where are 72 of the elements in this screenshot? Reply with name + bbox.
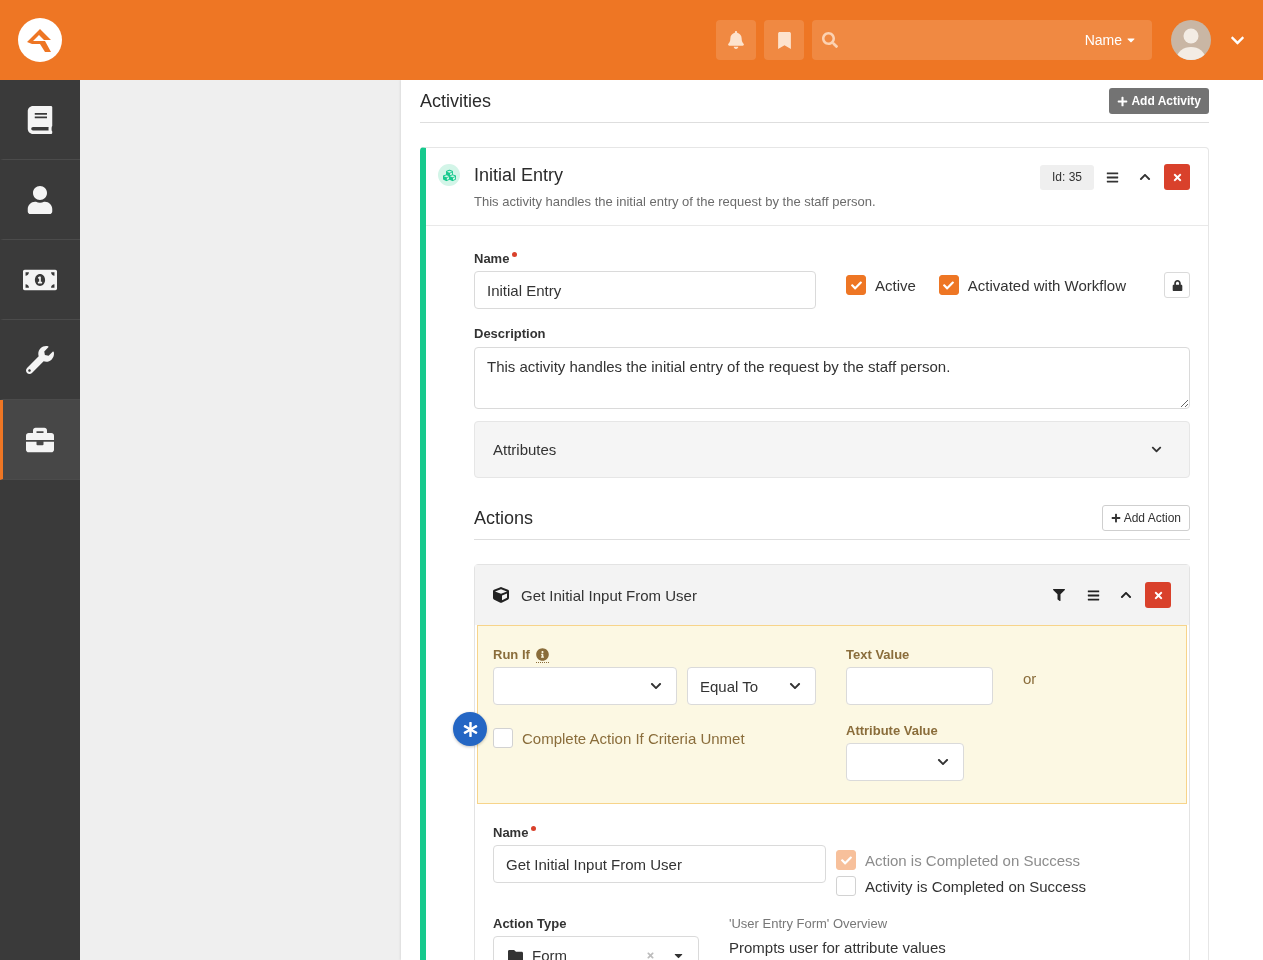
check-icon	[943, 279, 955, 291]
add-action-button[interactable]: Add Action	[1101, 505, 1190, 531]
checkbox[interactable]	[493, 728, 513, 748]
delete-button[interactable]	[1145, 582, 1171, 608]
info-icon[interactable]	[535, 647, 549, 663]
filter-icon[interactable]	[1053, 589, 1065, 601]
chevron-down-icon	[650, 680, 662, 692]
description-field[interactable]: This activity handles the initial entry of the request by the staff person.	[474, 347, 1190, 409]
briefcase-icon	[26, 425, 54, 454]
bookmark-button[interactable]	[764, 20, 804, 60]
chevron-down-icon	[789, 680, 801, 692]
attributes-panel[interactable]: Attributes	[474, 421, 1190, 478]
close-icon	[1152, 589, 1164, 601]
delete-button[interactable]	[1164, 164, 1190, 190]
checkbox-label: Action is Completed on Success	[865, 851, 1081, 869]
close-icon	[1171, 171, 1183, 183]
checkbox[interactable]	[846, 275, 866, 295]
field-label: Action Type	[493, 915, 567, 933]
field-label: Text Value	[846, 646, 910, 664]
field-label: Description	[474, 325, 546, 343]
checkbox-label: Active	[875, 276, 916, 294]
operator-dropdown[interactable]: Equal To	[687, 667, 816, 705]
checkbox-label: Complete Action If Criteria Unmet	[522, 729, 745, 747]
action-type-dropdown[interactable]: Form	[493, 936, 699, 960]
section-title: Activities	[420, 90, 491, 112]
book-icon	[26, 105, 54, 134]
lock-icon	[1171, 279, 1183, 291]
search-icon	[822, 32, 838, 48]
menu-icon[interactable]	[1106, 170, 1119, 184]
bell-button[interactable]	[716, 20, 756, 60]
asterisk-button[interactable]	[453, 712, 487, 746]
bookmark-icon	[775, 31, 793, 49]
sidebar-item[interactable]	[0, 400, 80, 480]
field-label: Attribute Value	[846, 722, 938, 740]
field-dropdown[interactable]	[493, 667, 677, 705]
overview-text: Prompts user for attribute values	[729, 939, 946, 957]
cube-icon	[493, 587, 509, 603]
field-label: Name	[493, 824, 529, 842]
menu-icon[interactable]	[1087, 588, 1100, 602]
activity-title: Initial Entry	[474, 164, 565, 186]
folder-icon	[508, 947, 523, 960]
overview-title: 'User Entry Form' Overview	[729, 915, 889, 933]
checkbox-label: Activity is Completed on Success	[865, 877, 1086, 895]
wrench-icon	[26, 345, 54, 374]
chevron-down-icon	[937, 756, 949, 768]
avatar-icon[interactable]	[1171, 20, 1211, 60]
text-value-field[interactable]	[846, 667, 993, 705]
field-label: Run If	[493, 646, 530, 664]
check-icon	[850, 279, 862, 291]
lock-button[interactable]	[1164, 272, 1190, 298]
id-badge: Id: 35	[1040, 164, 1094, 190]
cubes-icon	[438, 164, 460, 186]
action-title: Get Initial Input From User	[521, 586, 697, 604]
bell-icon	[727, 31, 745, 49]
or-text: or	[1023, 670, 1037, 687]
checkbox[interactable]	[836, 876, 856, 896]
plus-icon	[1110, 513, 1121, 523]
panel-title: Attributes	[493, 441, 557, 458]
asterisk-icon	[462, 721, 478, 737]
plus-icon	[1117, 95, 1129, 107]
checkbox[interactable]	[938, 275, 959, 295]
add-activity-button[interactable]: Add Activity	[1109, 88, 1209, 114]
chevron-up-icon[interactable]	[1120, 589, 1132, 601]
section-title: Actions	[474, 507, 534, 529]
user-icon	[26, 185, 54, 214]
activity-description: This activity handles the initial entry of the request by the staff person.	[474, 193, 877, 211]
chevron-up-icon[interactable]	[1139, 171, 1151, 183]
field-label: Name	[474, 250, 510, 268]
name-field[interactable]: Get Initial Input From User	[493, 845, 826, 883]
name-field[interactable]: Initial Entry	[474, 271, 816, 309]
logo-icon[interactable]	[18, 18, 62, 62]
checkbox-label: Activated with Workflow	[967, 276, 1126, 294]
